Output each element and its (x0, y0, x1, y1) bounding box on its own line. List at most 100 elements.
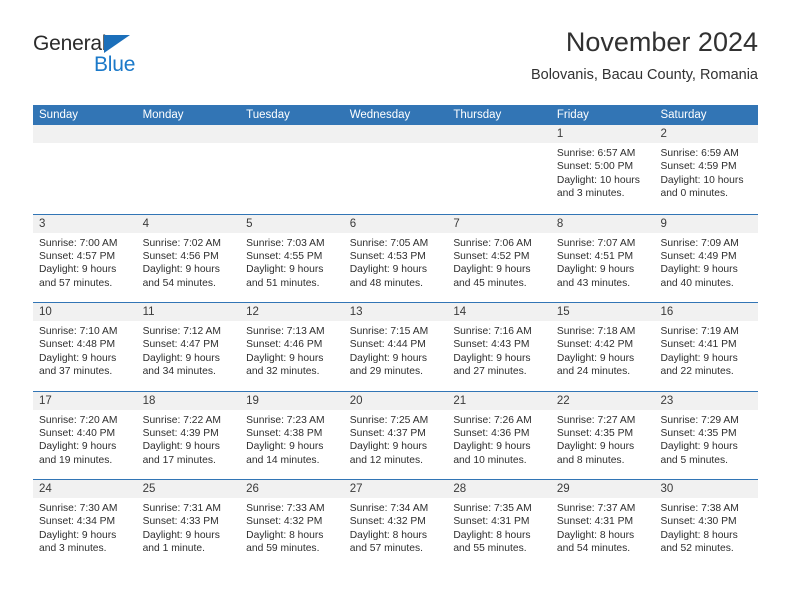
daylight-text: Daylight: 9 hours and 40 minutes. (660, 264, 738, 289)
sunrise-text: Sunrise: 7:05 AM (349, 237, 429, 249)
day-number: 13 (343, 303, 448, 321)
calendar-day-cell[interactable]: 5 Sunrise: 7:03 AM Sunset: 4:55 PM Daylight… (240, 214, 344, 303)
day-number: 24 (33, 480, 137, 498)
day-sun-info: Sunrise: 7:26 AM Sunset: 4:36 PM Daylight:… (447, 410, 551, 468)
day-sun-info: Sunrise: 7:29 AM Sunset: 4:35 PM Daylight:… (654, 410, 758, 468)
sunrise-text: Sunrise: 7:10 AM (39, 326, 118, 337)
sunrise-text: Sunrise: 7:20 AM (39, 414, 118, 426)
calendar-day-cell[interactable]: 7 Sunrise: 7:06 AM Sunset: 4:52 PM Daylight… (447, 214, 551, 303)
sunset-text: Sunset: 4:31 PM (453, 516, 530, 528)
sunrise-text: Sunrise: 7:16 AM (453, 326, 532, 337)
sunset-text: Sunset: 4:47 PM (142, 339, 219, 351)
day-number: 6 (343, 214, 448, 233)
sunset-text: Sunset: 4:51 PM (556, 250, 634, 262)
calendar-day-cell[interactable]: 4 Sunrise: 7:02 AM Sunset: 4:56 PM Daylight… (136, 214, 241, 303)
calendar-week-row: 3 Sunrise: 7:00 AM Sunset: 4:57 PM Daylight… (33, 213, 759, 303)
sunrise-text: Sunrise: 7:12 AM (142, 326, 221, 337)
day-number: 17 (33, 391, 137, 410)
page-subtitle: Bolovanis, Bacau County, Romania (530, 67, 758, 83)
weekday-sunday: Sunday (39, 109, 79, 121)
calendar-day-cell-empty (136, 125, 241, 214)
sunrise-text: Sunrise: 7:37 AM (556, 503, 636, 514)
daylight-text: Daylight: 9 hours and 54 minutes. (142, 264, 220, 289)
day-number: 21 (447, 391, 551, 410)
calendar-day-cell[interactable]: 10 Sunrise: 7:10 AM Sunset: 4:48 PM Dayligh… (33, 303, 137, 391)
daylight-text: Daylight: 8 hours and 57 minutes. (349, 529, 428, 555)
daylight-text: Daylight: 9 hours and 27 minutes. (453, 352, 531, 378)
calendar-day-cell[interactable]: 23 Sunrise: 7:29 AM Sunset: 4:35 PM Dayligh… (654, 391, 759, 480)
weekday-tuesday: Tuesday (246, 109, 290, 121)
day-number: 8 (550, 214, 655, 233)
calendar-day-cell[interactable]: 3 Sunrise: 7:00 AM Sunset: 4:57 PM Daylight… (33, 214, 137, 303)
day-number: 1 (550, 125, 655, 143)
calendar-day-cell-empty (447, 125, 551, 214)
calendar-day-cell[interactable]: 2 Sunrise: 6:59 AM Sunset: 4:59 PM Daylight… (654, 125, 759, 214)
calendar-day-cell[interactable]: 24 Sunrise: 7:30 AM Sunset: 4:34 PM Dayligh… (33, 480, 137, 568)
calendar-day-cell[interactable]: 28 Sunrise: 7:35 AM Sunset: 4:31 PM Dayligh… (447, 480, 551, 568)
sunrise-text: Sunrise: 7:06 AM (453, 237, 532, 249)
sunrise-text: Sunrise: 7:27 AM (556, 414, 636, 426)
calendar-week-row: 24 Sunrise: 7:30 AM Sunset: 4:34 PM Dayligh… (33, 479, 759, 568)
calendar-day-cell[interactable]: 26 Sunrise: 7:33 AM Sunset: 4:32 PM Dayligh… (240, 480, 344, 568)
calendar-day-cell[interactable]: 11 Sunrise: 7:12 AM Sunset: 4:47 PM Dayligh… (136, 303, 241, 391)
day-sun-info: Sunrise: 7:23 AM Sunset: 4:38 PM Daylight:… (240, 410, 344, 468)
logo-text-blue: Blue (94, 53, 136, 76)
calendar-grid: Sunday Monday Tuesday Wednesday Thursday… (33, 105, 759, 568)
general-blue-logo[interactable]: General Blue (33, 32, 233, 88)
day-number: 27 (343, 480, 448, 498)
calendar-day-cell[interactable]: 29 Sunrise: 7:37 AM Sunset: 4:31 PM Dayligh… (550, 480, 655, 568)
daylight-text: Daylight: 8 hours and 54 minutes. (556, 529, 635, 555)
day-number: 2 (654, 125, 759, 143)
calendar-day-cell[interactable]: 8 Sunrise: 7:07 AM Sunset: 4:51 PM Daylight… (550, 214, 655, 303)
calendar-day-cell[interactable]: 1 Sunrise: 6:57 AM Sunset: 5:00 PM Daylight… (550, 125, 655, 214)
calendar-day-cell[interactable]: 27 Sunrise: 7:34 AM Sunset: 4:32 PM Dayligh… (343, 480, 448, 568)
sunset-text: Sunset: 4:44 PM (349, 339, 426, 351)
day-number: 4 (136, 214, 241, 233)
calendar-day-cell[interactable]: 25 Sunrise: 7:31 AM Sunset: 4:33 PM Dayligh… (136, 480, 241, 568)
sunrise-text: Sunrise: 7:26 AM (453, 414, 532, 426)
calendar-day-cell[interactable]: 17 Sunrise: 7:20 AM Sunset: 4:40 PM Dayligh… (33, 391, 137, 480)
calendar-day-cell[interactable]: 22 Sunrise: 7:27 AM Sunset: 4:35 PM Dayligh… (550, 391, 655, 480)
day-number: 11 (136, 303, 241, 321)
page-header: General Blue November 2024 Bolovanis, Ba… (33, 26, 758, 100)
day-number: 23 (654, 391, 759, 410)
sunset-text: Sunset: 4:41 PM (660, 339, 737, 351)
sunset-text: Sunset: 4:53 PM (349, 250, 426, 262)
sunset-text: Sunset: 4:52 PM (453, 250, 530, 262)
calendar-day-cell[interactable]: 15 Sunrise: 7:18 AM Sunset: 4:42 PM Dayligh… (550, 303, 655, 391)
day-number: 5 (240, 214, 344, 233)
day-sun-info: Sunrise: 7:35 AM Sunset: 4:31 PM Daylight:… (447, 498, 551, 556)
calendar-day-cell[interactable]: 9 Sunrise: 7:09 AM Sunset: 4:49 PM Daylight… (654, 214, 759, 303)
daylight-text: Daylight: 9 hours and 34 minutes. (142, 352, 220, 378)
daylight-text: Daylight: 9 hours and 1 minute. (142, 529, 220, 555)
day-number: 20 (343, 391, 448, 410)
sunset-text: Sunset: 4:49 PM (660, 250, 737, 262)
calendar-week-row: 1 Sunrise: 6:57 AM Sunset: 5:00 PM Daylight… (33, 125, 759, 214)
day-sun-info: Sunrise: 7:13 AM Sunset: 4:46 PM Daylight:… (240, 321, 344, 379)
day-sun-info: Sunrise: 7:19 AM Sunset: 4:41 PM Daylight:… (654, 321, 758, 379)
calendar-day-cell[interactable]: 30 Sunrise: 7:38 AM Sunset: 4:30 PM Dayligh… (654, 480, 759, 568)
sunrise-text: Sunrise: 7:15 AM (349, 326, 429, 337)
sunrise-text: Sunrise: 7:23 AM (246, 414, 325, 426)
weekday-saturday: Saturday (660, 109, 707, 121)
calendar-day-cell[interactable]: 16 Sunrise: 7:19 AM Sunset: 4:41 PM Dayligh… (654, 303, 759, 391)
day-sun-info: Sunrise: 7:06 AM Sunset: 4:52 PM Daylight:… (447, 233, 551, 291)
calendar-day-cell[interactable]: 19 Sunrise: 7:23 AM Sunset: 4:38 PM Dayligh… (240, 391, 344, 480)
calendar-day-cell[interactable]: 14 Sunrise: 7:16 AM Sunset: 4:43 PM Dayligh… (447, 303, 551, 391)
sunset-text: Sunset: 4:35 PM (556, 427, 634, 439)
calendar-day-cell[interactable]: 21 Sunrise: 7:26 AM Sunset: 4:36 PM Dayligh… (447, 391, 551, 480)
page-title: November 2024 (565, 27, 758, 57)
calendar-day-cell[interactable]: 13 Sunrise: 7:15 AM Sunset: 4:44 PM Dayligh… (343, 303, 448, 391)
sunrise-text: Sunrise: 7:13 AM (246, 326, 325, 337)
calendar-day-cell[interactable]: 18 Sunrise: 7:22 AM Sunset: 4:39 PM Dayligh… (136, 391, 241, 480)
calendar-day-cell[interactable]: 20 Sunrise: 7:25 AM Sunset: 4:37 PM Dayligh… (343, 391, 448, 480)
day-sun-info: Sunrise: 7:20 AM Sunset: 4:40 PM Daylight:… (33, 410, 137, 468)
sunrise-text: Sunrise: 7:18 AM (556, 326, 636, 337)
daylight-text: Daylight: 9 hours and 48 minutes. (349, 264, 428, 289)
calendar-day-cell[interactable]: 6 Sunrise: 7:05 AM Sunset: 4:53 PM Daylight… (343, 214, 448, 303)
calendar-day-cell[interactable]: 12 Sunrise: 7:13 AM Sunset: 4:46 PM Dayligh… (240, 303, 344, 391)
sunset-text: Sunset: 4:40 PM (39, 427, 116, 439)
sunrise-text: Sunrise: 7:07 AM (556, 237, 636, 249)
day-sun-info: Sunrise: 7:02 AM Sunset: 4:56 PM Daylight:… (137, 233, 241, 291)
sunset-text: Sunset: 4:42 PM (556, 339, 634, 351)
